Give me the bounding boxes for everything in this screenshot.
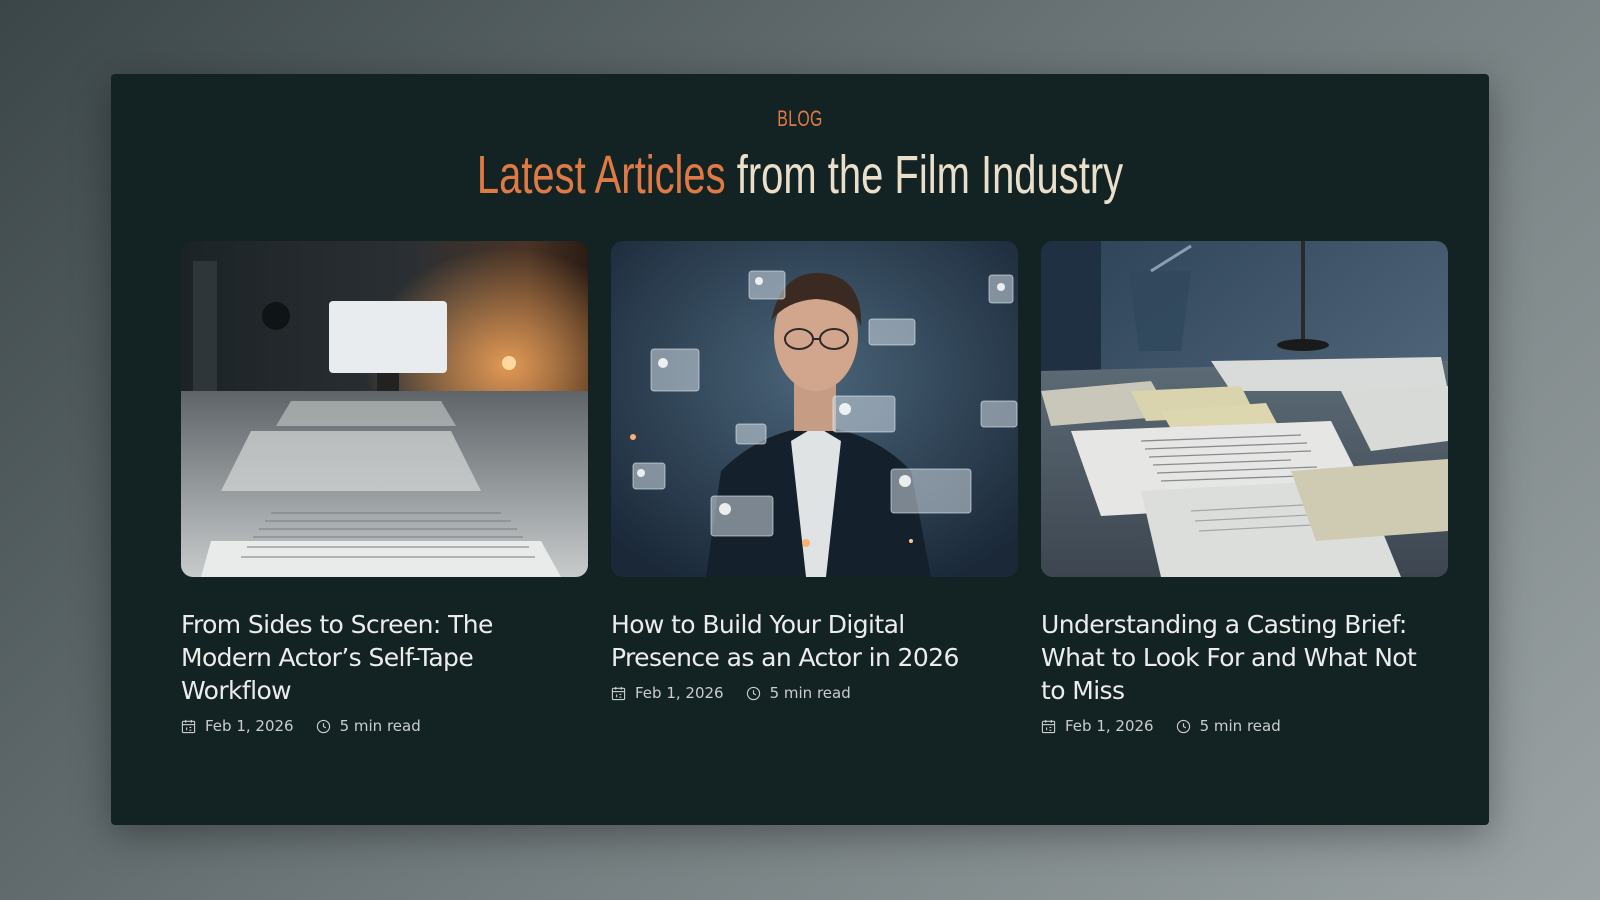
clock-icon bbox=[316, 719, 330, 733]
section-eyebrow: BLOG bbox=[777, 106, 823, 131]
article-card[interactable]: How to Build Your Digital Presence as an… bbox=[611, 241, 1018, 735]
calendar-icon bbox=[1041, 719, 1056, 733]
blog-section: BLOG Latest Articles from the Film Indus… bbox=[111, 74, 1489, 825]
clock-icon bbox=[1176, 719, 1190, 733]
article-meta: Feb 1, 2026 5 min read bbox=[181, 717, 588, 735]
article-meta: Feb 1, 2026 5 min read bbox=[1041, 717, 1448, 735]
article-image-desk[interactable] bbox=[181, 241, 588, 577]
article-read-time-label: 5 min read bbox=[339, 717, 421, 735]
article-read-time-label: 5 min read bbox=[1199, 717, 1281, 735]
article-read-time: 5 min read bbox=[746, 684, 851, 702]
article-image-digital-presence[interactable] bbox=[611, 241, 1018, 577]
article-read-time-label: 5 min read bbox=[769, 684, 851, 702]
article-title[interactable]: From Sides to Screen: The Modern Actor’s… bbox=[181, 608, 576, 707]
article-read-time: 5 min read bbox=[316, 717, 421, 735]
article-date-label: Feb 1, 2026 bbox=[205, 717, 294, 735]
calendar-icon bbox=[181, 719, 196, 733]
clock-icon bbox=[746, 686, 760, 700]
article-date: Feb 1, 2026 bbox=[611, 684, 724, 702]
article-image-casting-brief[interactable] bbox=[1041, 241, 1448, 577]
article-card[interactable]: From Sides to Screen: The Modern Actor’s… bbox=[181, 241, 588, 735]
heading-rest: from the Film Industry bbox=[725, 145, 1124, 205]
heading-accent: Latest Articles bbox=[476, 145, 726, 205]
article-title[interactable]: How to Build Your Digital Presence as an… bbox=[611, 608, 1006, 674]
article-meta: Feb 1, 2026 5 min read bbox=[611, 684, 1018, 702]
article-date-label: Feb 1, 2026 bbox=[635, 684, 724, 702]
article-date-label: Feb 1, 2026 bbox=[1065, 717, 1154, 735]
article-title[interactable]: Understanding a Casting Brief: What to L… bbox=[1041, 608, 1436, 707]
section-heading: Latest Articles from the Film Industry bbox=[290, 144, 1310, 206]
article-date: Feb 1, 2026 bbox=[1041, 717, 1154, 735]
article-date: Feb 1, 2026 bbox=[181, 717, 294, 735]
calendar-icon bbox=[611, 686, 626, 700]
article-card[interactable]: Understanding a Casting Brief: What to L… bbox=[1041, 241, 1448, 735]
article-read-time: 5 min read bbox=[1176, 717, 1281, 735]
article-grid: From Sides to Screen: The Modern Actor’s… bbox=[181, 241, 1449, 735]
